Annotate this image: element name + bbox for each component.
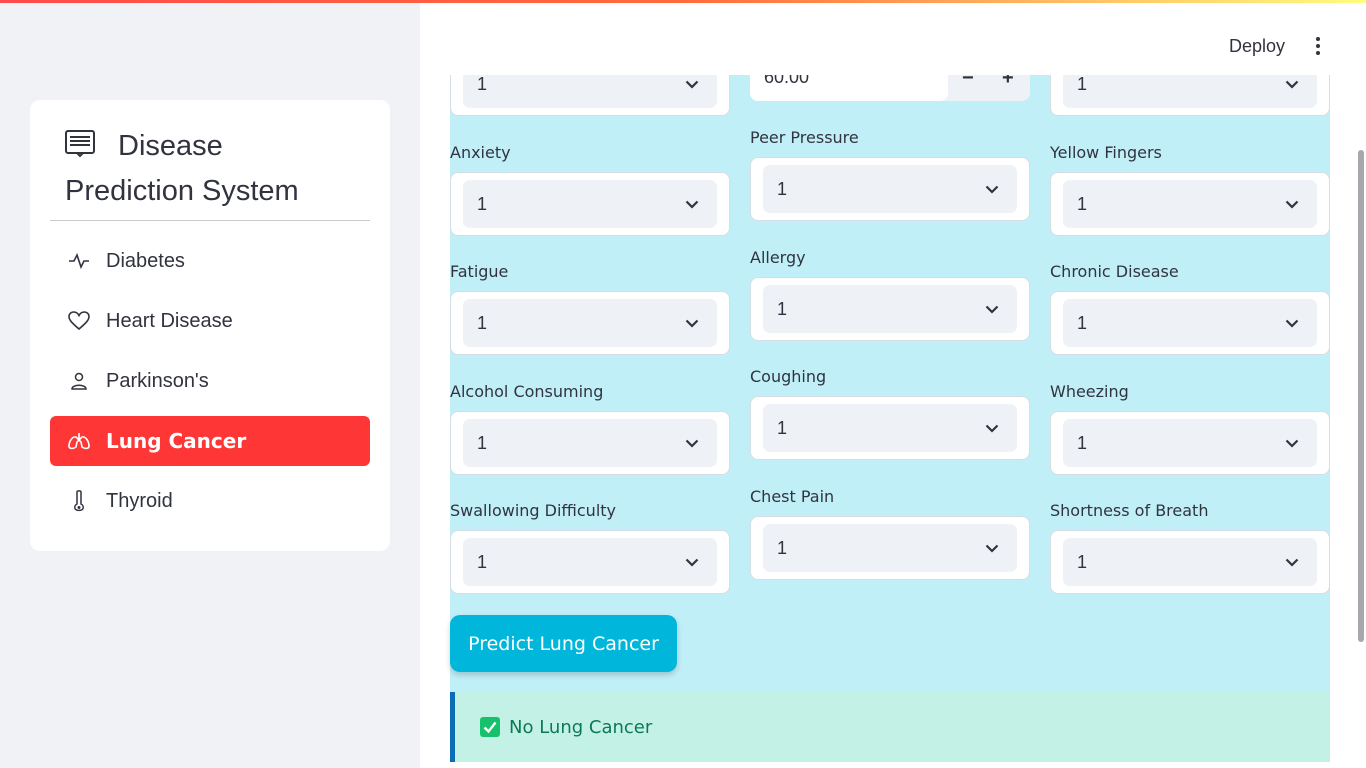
select-value-text: 1	[777, 537, 788, 558]
select-value-swallowing-difficulty[interactable]: 1	[463, 538, 717, 586]
select-value-alcohol-consuming[interactable]: 1	[463, 419, 717, 467]
label-coughing: Coughing	[750, 367, 827, 386]
select-swallowing-difficulty[interactable]: 1	[450, 530, 730, 594]
deploy-button[interactable]: Deploy	[1229, 36, 1285, 57]
select-value-text: 1	[1077, 73, 1088, 94]
chevron-down-icon	[985, 544, 999, 553]
person-icon	[68, 370, 90, 392]
thermometer-icon	[68, 490, 90, 512]
sidebar-item-parkinsons[interactable]: Parkinson's	[50, 356, 370, 406]
label-allergy: Allergy	[750, 248, 806, 267]
select-value-text: 1	[477, 193, 488, 214]
label-chronic-disease: Chronic Disease	[1050, 262, 1179, 281]
select-wheezing[interactable]: 1	[1050, 411, 1330, 475]
scrollbar[interactable]	[1358, 150, 1364, 642]
label-swallowing-difficulty: Swallowing Difficulty	[450, 501, 616, 520]
sidebar-item-label: Lung Cancer	[106, 429, 247, 453]
sidebar: Disease Prediction System Diabetes Heart…	[0, 0, 420, 768]
label-peer-pressure: Peer Pressure	[750, 128, 859, 147]
activity-icon	[68, 250, 90, 272]
select-value-wheezing[interactable]: 1	[1063, 419, 1317, 467]
select-shortness-of-breath[interactable]: 1	[1050, 530, 1330, 594]
label-alcohol-consuming: Alcohol Consuming	[450, 382, 604, 401]
chevron-down-icon	[985, 424, 999, 433]
top-decoration-bar	[0, 0, 1366, 3]
select-value-text: 1	[1077, 551, 1088, 572]
select-value-text: 1	[777, 298, 788, 319]
lungs-icon	[68, 430, 90, 452]
menu-title: Disease Prediction System	[65, 124, 365, 214]
chevron-down-icon	[685, 439, 699, 448]
chevron-down-icon	[1285, 80, 1299, 89]
chevron-down-icon	[1285, 558, 1299, 567]
sidebar-item-lung-cancer[interactable]: Lung Cancer	[50, 416, 370, 466]
select-value-text: 1	[777, 417, 788, 438]
sidebar-item-heart-disease[interactable]: Heart Disease	[50, 296, 370, 346]
select-value-text: 1	[477, 73, 488, 94]
result-text: No Lung Cancer	[509, 716, 653, 738]
select-value-text: 1	[477, 432, 488, 453]
check-box-icon	[480, 717, 500, 737]
result-success-alert: No Lung Cancer	[450, 692, 1330, 762]
menu-title-line1: Disease	[118, 130, 223, 162]
select-value-peer-pressure[interactable]: 1	[763, 165, 1017, 213]
label-yellow-fingers: Yellow Fingers	[1050, 143, 1162, 162]
select-value-allergy[interactable]: 1	[763, 285, 1017, 333]
label-shortness-of-breath: Shortness of Breath	[1050, 501, 1209, 520]
app-header: Deploy	[420, 3, 1366, 75]
select-allergy[interactable]: 1	[750, 277, 1030, 341]
chevron-down-icon	[685, 80, 699, 89]
chevron-down-icon	[1285, 319, 1299, 328]
select-value-fatigue[interactable]: 1	[463, 299, 717, 347]
select-value-shortness-of-breath[interactable]: 1	[1063, 538, 1317, 586]
chevron-down-icon	[985, 305, 999, 314]
select-peer-pressure[interactable]: 1	[750, 157, 1030, 221]
sidebar-item-thyroid[interactable]: Thyroid	[50, 476, 370, 526]
label-chest-pain: Chest Pain	[750, 487, 835, 506]
sidebar-item-label: Parkinson's	[106, 369, 209, 392]
sidebar-item-label: Thyroid	[106, 489, 173, 512]
label-anxiety: Anxiety	[450, 143, 511, 162]
select-chest-pain[interactable]: 1	[750, 516, 1030, 580]
sidebar-item-diabetes[interactable]: Diabetes	[50, 236, 370, 286]
menu-title-line2: Prediction System	[65, 175, 299, 207]
select-value-text: 1	[1077, 193, 1088, 214]
select-value-chest-pain[interactable]: 1	[763, 524, 1017, 572]
predict-lung-cancer-button[interactable]: Predict Lung Cancer	[450, 615, 677, 672]
select-value-text: 1	[477, 312, 488, 333]
chevron-down-icon	[685, 319, 699, 328]
option-menu: Disease Prediction System Diabetes Heart…	[30, 100, 390, 551]
newspaper-icon	[65, 130, 95, 158]
select-value-text: 1	[1077, 432, 1088, 453]
sidebar-item-label: Heart Disease	[106, 309, 233, 332]
sidebar-item-label: Diabetes	[106, 249, 185, 272]
select-fatigue[interactable]: 1	[450, 291, 730, 355]
select-yellow-fingers[interactable]: 1	[1050, 172, 1330, 236]
label-wheezing: Wheezing	[1050, 382, 1129, 401]
menu-divider	[50, 220, 370, 221]
select-value-coughing[interactable]: 1	[763, 404, 1017, 452]
chevron-down-icon	[685, 558, 699, 567]
chevron-down-icon	[685, 200, 699, 209]
select-value-yellow-fingers[interactable]: 1	[1063, 180, 1317, 228]
main-menu-icon[interactable]	[1313, 37, 1323, 57]
select-value-text: 1	[777, 178, 788, 199]
select-coughing[interactable]: 1	[750, 396, 1030, 460]
label-fatigue: Fatigue	[450, 262, 509, 281]
select-chronic-disease[interactable]: 1	[1050, 291, 1330, 355]
chevron-down-icon	[985, 185, 999, 194]
chevron-down-icon	[1285, 200, 1299, 209]
heart-icon	[68, 310, 90, 332]
select-value-text: 1	[477, 551, 488, 572]
chevron-down-icon	[1285, 439, 1299, 448]
select-alcohol-consuming[interactable]: 1	[450, 411, 730, 475]
select-value-chronic-disease[interactable]: 1	[1063, 299, 1317, 347]
select-anxiety[interactable]: 1	[450, 172, 730, 236]
select-value-anxiety[interactable]: 1	[463, 180, 717, 228]
select-value-text: 1	[1077, 312, 1088, 333]
